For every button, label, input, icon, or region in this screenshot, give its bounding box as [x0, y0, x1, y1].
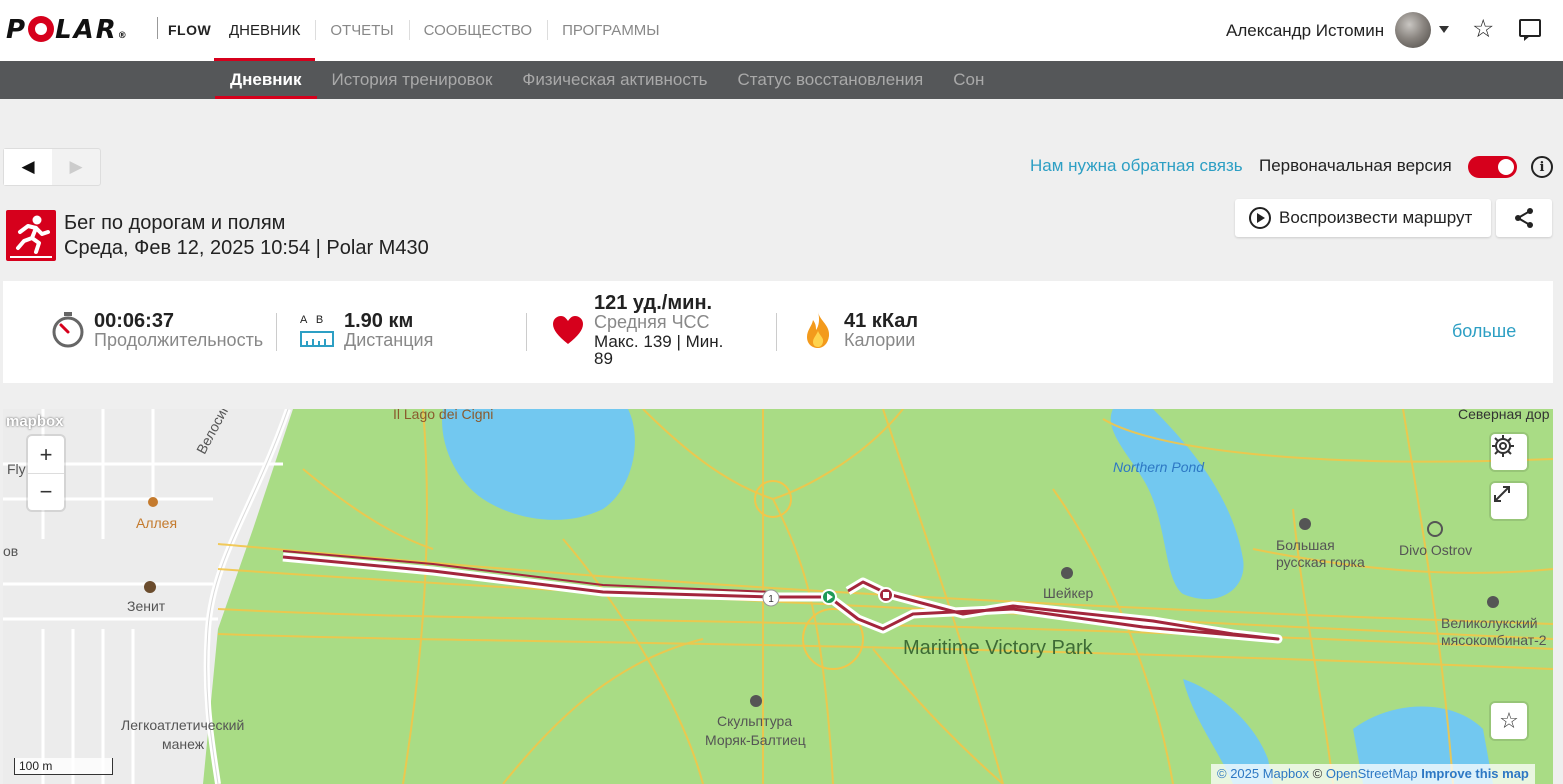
running-icon	[6, 210, 56, 261]
activity-subtitle: Среда, Фев 12, 2025 10:54 | Polar M430	[64, 237, 429, 259]
stat-divider	[276, 313, 277, 351]
flame-icon	[807, 312, 830, 348]
activity-title: Бег по дорогам и полям	[64, 212, 286, 234]
logo-divider	[157, 17, 158, 39]
map-label-alley: Аллея	[136, 515, 178, 531]
stat-heart-rate: 121 уд./мин. Средняя ЧСС Макс. 139 | Мин…	[528, 281, 778, 383]
map-label-zenit: Зенит	[127, 598, 166, 614]
next-arrow-icon[interactable]: ▶	[52, 149, 100, 185]
share-icon	[1515, 208, 1533, 228]
prev-arrow-icon[interactable]: ◀	[4, 149, 52, 185]
feedback-link[interactable]: Нам нужна обратная связь	[1030, 156, 1243, 176]
route-map[interactable]: 1 mapbox Il Lago dei Cigni Северная дор …	[3, 409, 1553, 784]
lap-marker: 1	[768, 594, 774, 605]
stat-distance: A B 1.90 км Дистанция	[278, 281, 528, 383]
map-label-big-hill-2: русская горка	[1276, 554, 1365, 570]
fullscreen-button[interactable]	[1491, 483, 1527, 519]
mapbox-logo[interactable]: mapbox	[6, 413, 64, 430]
subnav-diary[interactable]: Дневник	[215, 61, 317, 99]
stat-duration: 00:06:37 Продолжительность	[3, 281, 278, 383]
zoom-control: + −	[28, 436, 64, 510]
heart-rate-min-value: 89	[594, 349, 613, 368]
play-icon	[1249, 207, 1271, 229]
share-button[interactable]	[1496, 199, 1552, 237]
session-pager: ◀ ▶	[3, 148, 101, 186]
message-icon[interactable]	[1519, 19, 1541, 41]
subnav-recovery[interactable]: Статус восстановления	[723, 61, 939, 99]
zoom-out-button[interactable]: −	[28, 473, 64, 510]
map-label-lake: Il Lago dei Cigni	[393, 409, 494, 422]
more-link[interactable]: больше	[1452, 321, 1516, 342]
replay-route-label: Воспроизвести маршрут	[1279, 208, 1473, 227]
map-label-meat-plant-1: Великолукский	[1441, 615, 1538, 631]
subnav-sleep[interactable]: Сон	[938, 61, 999, 99]
distance-ab-letters: A B	[300, 314, 324, 326]
map-label-shaker: Шейкер	[1043, 585, 1094, 601]
map-label-north-road: Северная дор	[1458, 409, 1550, 422]
subnav-activity[interactable]: Физическая активность	[507, 61, 722, 99]
stat-calories: 41 кКал Калории	[778, 281, 1028, 383]
copyright-sign: ©	[1312, 766, 1323, 781]
original-version-label: Первоначальная версия	[1259, 156, 1452, 175]
nav-diary[interactable]: ДНЕВНИК	[214, 0, 316, 61]
map-label-divo-ostrov: Divo Ostrov	[1399, 542, 1473, 558]
info-icon[interactable]: i	[1531, 156, 1553, 178]
star-icon: ☆	[1499, 708, 1519, 733]
map-attribution: © 2025 Mapbox © OpenStreetMap Improve th…	[1211, 764, 1535, 784]
nav-reports[interactable]: ОТЧЕТЫ	[315, 0, 408, 61]
map-label-athletics-2: манеж	[162, 736, 205, 752]
chevron-down-icon[interactable]	[1439, 26, 1449, 33]
stat-divider	[526, 313, 527, 351]
replay-route-button[interactable]: Воспроизвести маршрут	[1235, 199, 1491, 237]
nav-programs[interactable]: ПРОГРАММЫ	[547, 0, 675, 61]
flow-label: FLOW	[168, 22, 212, 38]
stats-panel: 00:06:37 Продолжительность A B 1.90 км Д…	[3, 281, 1553, 383]
map-label-park: Maritime Victory Park	[903, 637, 1093, 659]
map-label-sculpture-1: Скульптура	[717, 713, 793, 729]
expand-icon	[1494, 486, 1510, 502]
gear-icon	[1492, 435, 1514, 457]
duration-label: Продолжительность	[94, 330, 264, 350]
distance-label: Дистанция	[344, 330, 434, 350]
heart-rate-minmax: Макс. 139 | Мин.	[594, 332, 724, 351]
ruler-icon	[300, 331, 334, 347]
osm-attribution-link[interactable]: OpenStreetMap	[1326, 766, 1418, 781]
user-name[interactable]: Александр Истомин	[1226, 21, 1384, 41]
original-version-toggle[interactable]	[1468, 156, 1517, 178]
favorite-map-button[interactable]: ☆	[1491, 703, 1527, 739]
map-settings-button[interactable]	[1491, 434, 1527, 470]
map-label-sculpture-2: Моряк-Балтиец	[705, 732, 806, 748]
map-scale: 100 m	[14, 758, 113, 775]
stopwatch-icon	[52, 312, 84, 348]
heart-icon	[553, 316, 583, 344]
zoom-in-button[interactable]: +	[28, 436, 64, 473]
improve-map-link[interactable]: Improve this map	[1421, 766, 1529, 781]
top-bar: P LAR® FLOW ДНЕВНИК ОТЧЕТЫ СООБЩЕСТВО ПРО…	[0, 0, 1563, 61]
polar-logo[interactable]: P LAR®	[6, 15, 127, 45]
map-label-northern-pond: Northern Pond	[1113, 459, 1205, 475]
avatar[interactable]	[1395, 12, 1431, 48]
map-label-ov: ов	[3, 543, 19, 559]
mapbox-attribution-link[interactable]: © 2025 Mapbox	[1217, 766, 1309, 781]
map-label-fly: Fly	[7, 461, 26, 477]
calories-label: Калории	[844, 330, 916, 350]
main-nav: ДНЕВНИК ОТЧЕТЫ СООБЩЕСТВО ПРОГРАММЫ	[214, 0, 675, 61]
sub-nav: Дневник История тренировок Физическая ак…	[0, 61, 1563, 99]
nav-community[interactable]: СООБЩЕСТВО	[408, 0, 547, 61]
stat-divider	[776, 313, 777, 351]
map-label-meat-plant-2: мясокомбинат-2	[1441, 632, 1547, 648]
subnav-training-history[interactable]: История тренировок	[317, 61, 508, 99]
heart-rate-label: Средняя ЧСС	[594, 312, 710, 332]
map-label-big-hill-1: Большая	[1276, 537, 1335, 553]
map-label-athletics-1: Легкоатлетический	[121, 717, 245, 733]
star-icon[interactable]: ☆	[1472, 15, 1494, 43]
